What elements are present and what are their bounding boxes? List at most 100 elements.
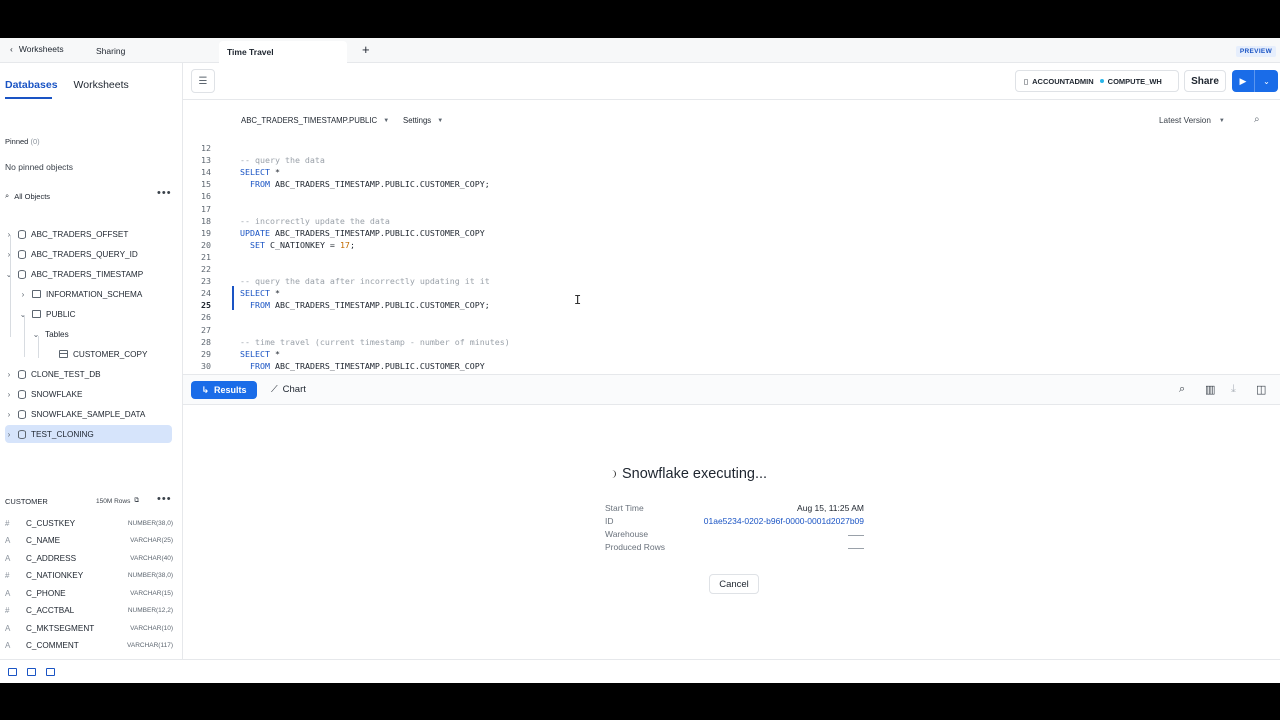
chevron-icon[interactable]: ›: [19, 290, 27, 299]
tab-worksheets[interactable]: Worksheets: [74, 79, 129, 91]
chevron-icon[interactable]: ›: [5, 410, 13, 419]
empty-value-dash: [848, 535, 864, 536]
column-name: C_ACCTBAL: [26, 606, 75, 615]
code-line[interactable]: 24 SELECT *: [183, 287, 1280, 299]
toggle-editor-icon[interactable]: [27, 668, 36, 676]
code-line[interactable]: 17: [183, 203, 1280, 215]
text-type-icon: A: [5, 623, 11, 633]
code-line[interactable]: 20 SET C_NATIONKEY = 17;: [183, 239, 1280, 251]
column-name: C_NAME: [26, 536, 61, 545]
tab-time-travel[interactable]: Time Travel: [219, 41, 347, 63]
code-line[interactable]: 26: [183, 311, 1280, 323]
chevron-icon[interactable]: ›: [5, 250, 13, 259]
code-line[interactable]: 28 -- time travel (current timestamp - nu…: [183, 336, 1280, 348]
columns-icon[interactable]: ▥: [1205, 383, 1215, 396]
pinned-header: Pinned (0): [5, 137, 40, 146]
chevron-icon[interactable]: ›: [5, 430, 13, 439]
column-row[interactable]: # C_NATIONKEY NUMBER(38,0): [5, 568, 173, 584]
new-tab-icon[interactable]: +: [362, 42, 370, 57]
code-line[interactable]: 21: [183, 251, 1280, 263]
chevron-icon[interactable]: ⌄: [19, 310, 27, 319]
column-row[interactable]: # C_CUSTKEY NUMBER(38,0): [5, 515, 173, 531]
search-icon[interactable]: ⌕: [1254, 114, 1260, 125]
column-row[interactable]: A C_COMMENT VARCHAR(117): [5, 638, 173, 654]
pinned-label: Pinned: [5, 137, 29, 146]
code-editor[interactable]: 12 13 -- query the data 14 SELECT * 15 FROM A…: [183, 142, 1280, 374]
search-icon[interactable]: ⌕: [1179, 383, 1185, 396]
version-dropdown[interactable]: Latest Version ▼: [1159, 116, 1225, 125]
tree-item[interactable]: › TEST_CLONING: [5, 425, 172, 443]
code-line[interactable]: 16: [183, 190, 1280, 202]
tree-item[interactable]: ⌄ PUBLIC: [19, 305, 76, 323]
tree-item[interactable]: › ABC_TRADERS_OFFSET: [5, 225, 128, 243]
code-line[interactable]: 25 FROM ABC_TRADERS_TIMESTAMP.PUBLIC.CUS…: [183, 299, 1280, 311]
tree-item[interactable]: › CLONE_TEST_DB: [5, 365, 101, 383]
settings-dropdown[interactable]: Settings ▼: [403, 116, 443, 125]
code-line[interactable]: 30 FROM ABC_TRADERS_TIMESTAMP.PUBLIC.CUS…: [183, 360, 1280, 372]
code-text: -- query the data after incorrectly upda…: [240, 276, 490, 287]
toggle-sidebar-icon[interactable]: [8, 668, 17, 676]
all-objects-label: All Objects: [14, 191, 51, 201]
code-line[interactable]: 14 SELECT *: [183, 166, 1280, 178]
run-options-chevron-icon[interactable]: ⌄: [1255, 70, 1278, 92]
code-line[interactable]: 12: [183, 142, 1280, 154]
share-button[interactable]: Share: [1184, 70, 1226, 92]
column-row[interactable]: A C_ADDRESS VARCHAR(40): [5, 550, 173, 566]
customer-row-count: 150M Rows ⧉: [96, 497, 139, 505]
back-to-worksheets-button[interactable]: ‹ Worksheets: [10, 44, 64, 54]
chevron-icon[interactable]: ›: [5, 390, 13, 399]
preview-data-icon[interactable]: ⧉: [134, 497, 139, 505]
tree-item[interactable]: › ABC_TRADERS_QUERY_ID: [5, 245, 138, 263]
more-options-icon[interactable]: •••: [157, 187, 172, 199]
chevron-icon[interactable]: ›: [5, 370, 13, 379]
code-line[interactable]: 29 SELECT *: [183, 348, 1280, 360]
database-icon: [18, 369, 26, 379]
code-line[interactable]: 18 -- incorrectly update the data: [183, 215, 1280, 227]
chart-tab[interactable]: ⟋ Chart: [271, 384, 306, 395]
column-datatype: NUMBER(38,0): [127, 519, 173, 527]
column-name: C_PHONE: [26, 588, 66, 598]
customer-more-icon[interactable]: •••: [157, 493, 172, 505]
tree-item[interactable]: › INFORMATION_SCHEMA: [19, 285, 143, 303]
line-number: 20: [201, 239, 211, 250]
query-id-link[interactable]: 01ae5234-0202-b96f-0000-0001d2027b09: [704, 516, 864, 526]
tree-item[interactable]: › SNOWFLAKE_SAMPLE_DATA: [5, 405, 145, 423]
split-view-icon[interactable]: ◫: [1256, 383, 1266, 396]
cancel-button[interactable]: Cancel: [709, 574, 759, 594]
download-icon[interactable]: ⤓: [1231, 383, 1236, 396]
line-number: 16: [201, 191, 211, 202]
column-row[interactable]: # C_ACCTBAL NUMBER(12,2): [5, 603, 173, 619]
tree-item[interactable]: ⌄ ABC_TRADERS_TIMESTAMP: [5, 265, 143, 283]
toggle-results-icon[interactable]: [46, 668, 55, 676]
line-number: 27: [201, 324, 211, 335]
sidebar: Databases Worksheets Pinned (0) No pinne…: [0, 63, 183, 659]
column-row[interactable]: A C_NAME VARCHAR(25): [5, 533, 173, 549]
warehouse-label: Warehouse: [605, 529, 649, 539]
produced-rows-row: Produced Rows: [605, 542, 864, 552]
filter-icon[interactable]: ☰: [191, 69, 215, 93]
spinner-icon: [610, 470, 616, 478]
code-line[interactable]: 15 FROM ABC_TRADERS_TIMESTAMP.PUBLIC.CUS…: [183, 178, 1280, 190]
code-line[interactable]: 13 -- query the data: [183, 154, 1280, 166]
column-row[interactable]: A C_MKTSEGMENT VARCHAR(10): [5, 620, 173, 636]
code-line[interactable]: 19 UPDATE ABC_TRADERS_TIMESTAMP.PUBLIC.CU…: [183, 227, 1280, 239]
run-icon[interactable]: ▶: [1232, 70, 1255, 92]
text-type-icon: A: [5, 553, 11, 563]
context-selector[interactable]: ABC_TRADERS_TIMESTAMP.PUBLIC ▼: [241, 116, 389, 125]
code-line[interactable]: 22: [183, 263, 1280, 275]
column-row[interactable]: A C_PHONE VARCHAR(15): [5, 585, 173, 601]
tree-item[interactable]: › SNOWFLAKE: [5, 385, 82, 403]
tree-item[interactable]: CUSTOMER_COPY: [46, 345, 147, 363]
chevron-icon[interactable]: ⌄: [5, 270, 13, 279]
sharing-link[interactable]: Sharing: [96, 46, 125, 56]
role-warehouse-selector[interactable]: ▯ ACCOUNTADMIN COMPUTE_WH: [1015, 70, 1179, 92]
code-line[interactable]: 27: [183, 324, 1280, 336]
all-objects-header[interactable]: ⌕ All Objects: [5, 191, 50, 201]
code-line[interactable]: 23 -- query the data after incorrectly up…: [183, 275, 1280, 287]
results-tab[interactable]: ↳ Results: [191, 381, 257, 399]
tab-databases[interactable]: Databases: [5, 79, 58, 91]
schema-icon: [32, 310, 41, 318]
tree-item-label: SNOWFLAKE: [31, 389, 83, 399]
line-number: 23: [201, 276, 211, 287]
chevron-icon[interactable]: ›: [5, 230, 13, 239]
